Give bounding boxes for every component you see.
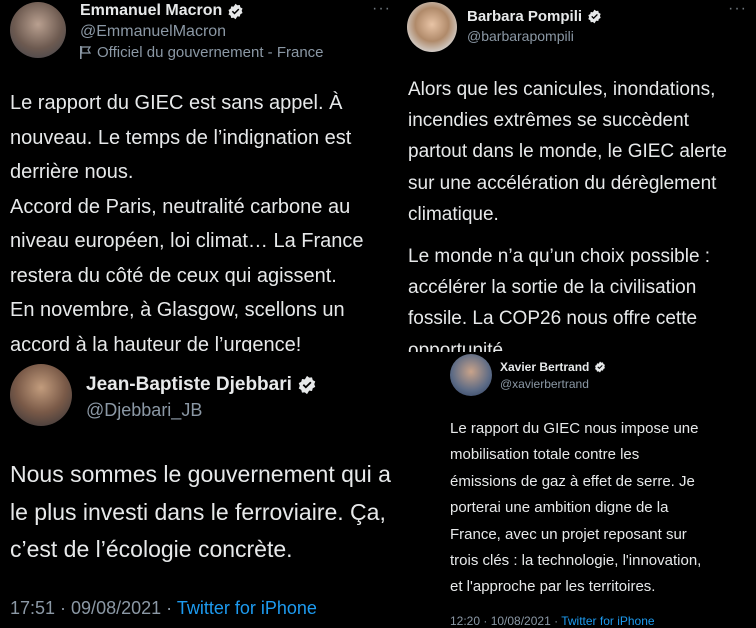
name-row: Jean-Baptiste Djebbari bbox=[86, 374, 317, 396]
tweet-meta: 17:51 · 09/08/2021 · Twitter for iPhone bbox=[10, 598, 317, 619]
tweet-text: Le rapport du GIEC est sans appel. À nou… bbox=[10, 86, 364, 352]
text-line: derrière nous. bbox=[10, 161, 134, 183]
avatar[interactable] bbox=[450, 354, 492, 396]
author-block: Xavier Bertrand @xavierbertrand bbox=[500, 360, 606, 391]
author-handle[interactable]: @barbarapompili bbox=[467, 28, 602, 44]
text-line: opportunité. bbox=[408, 339, 509, 352]
author-name[interactable]: Emmanuel Macron bbox=[80, 2, 222, 20]
name-row: Xavier Bertrand bbox=[500, 360, 606, 374]
author-block: Barbara Pompili @barbarapompili bbox=[467, 8, 602, 44]
text-line: climatique. bbox=[408, 203, 499, 225]
text-line: accord à la hauteur de l’urgence! bbox=[10, 333, 302, 353]
text-line: nouveau. Le temps de l’indignation est bbox=[10, 126, 352, 149]
timestamp[interactable]: 12:20 · 10/08/2021 · bbox=[450, 614, 561, 628]
name-row: Barbara Pompili bbox=[467, 8, 602, 25]
government-label: Officiel du gouvernement - France bbox=[80, 44, 324, 61]
more-dots-icon[interactable]: ··· bbox=[728, 0, 747, 18]
text-line: Le monde n’a qu’un choix possible : bbox=[408, 246, 711, 268]
text-line: fossile. La COP26 nous offre cette bbox=[408, 308, 698, 330]
verified-badge-icon bbox=[595, 361, 606, 373]
tweet-header: Barbara Pompili @barbarapompili bbox=[407, 2, 602, 52]
tweet-header: Emmanuel Macron @EmmanuelMacron Officiel… bbox=[10, 2, 324, 61]
text-line: partout dans le monde, le GIEC alerte bbox=[408, 141, 727, 163]
tweet-text: Nous sommes le gouvernement qui a le plu… bbox=[10, 456, 391, 569]
verified-badge-icon bbox=[228, 3, 243, 19]
name-row: Emmanuel Macron bbox=[80, 2, 324, 20]
tweet-bertrand[interactable]: Xavier Bertrand @xavierbertrand Le rappo… bbox=[440, 352, 756, 628]
author-block: Emmanuel Macron @EmmanuelMacron Officiel… bbox=[80, 2, 324, 61]
source-link[interactable]: Twitter for iPhone bbox=[177, 598, 317, 618]
avatar[interactable] bbox=[10, 364, 72, 426]
text-line: trois clés : la technologie, l'innovatio… bbox=[450, 552, 702, 570]
avatar[interactable] bbox=[10, 2, 66, 58]
text-line: mobilisation totale contre les bbox=[450, 446, 640, 464]
text-line: accélérer la sortie de la civilisation bbox=[408, 277, 697, 299]
avatar[interactable] bbox=[407, 2, 457, 52]
author-handle[interactable]: @xavierbertrand bbox=[500, 377, 606, 391]
text-line: Nous sommes le gouvernement qui a bbox=[10, 461, 391, 487]
author-handle[interactable]: @Djebbari_JB bbox=[86, 400, 317, 421]
tweet-meta: 12:20 · 10/08/2021 · Twitter for iPhone bbox=[450, 614, 655, 628]
tweet-header: Xavier Bertrand @xavierbertrand bbox=[450, 354, 606, 396]
author-handle[interactable]: @EmmanuelMacron bbox=[80, 23, 324, 41]
text-line: Accord de Paris, neutralité carbone au bbox=[10, 195, 351, 218]
text-line: France, avec un projet reposant sur bbox=[450, 525, 687, 543]
verified-badge-icon bbox=[588, 9, 601, 24]
author-block: Jean-Baptiste Djebbari @Djebbari_JB bbox=[86, 374, 317, 421]
author-name[interactable]: Jean-Baptiste Djebbari bbox=[86, 374, 292, 396]
text-line: niveau européen, loi climat… La France bbox=[10, 230, 364, 252]
text-line: Le rapport du GIEC est sans appel. À bbox=[10, 92, 343, 114]
tweet-header: Jean-Baptiste Djebbari @Djebbari_JB bbox=[10, 364, 317, 426]
more-dots-icon[interactable]: ··· bbox=[372, 0, 391, 18]
text-line: Alors que les canicules, inondations, bbox=[408, 79, 716, 100]
author-name[interactable]: Barbara Pompili bbox=[467, 8, 582, 25]
flag-icon bbox=[80, 46, 91, 59]
timestamp[interactable]: 17:51 · 09/08/2021 · bbox=[10, 598, 177, 618]
text-line: restera du côté de ceux qui agissent. bbox=[10, 264, 337, 287]
tweet-text: Le rapport du GIEC nous impose une mobil… bbox=[450, 416, 701, 601]
text-line: c’est de l’écologie concrète. bbox=[10, 536, 293, 562]
tweet-pompili[interactable]: Barbara Pompili @barbarapompili ··· Alor… bbox=[400, 0, 756, 352]
text-line: porterai une ambition digne de la bbox=[450, 499, 669, 517]
text-line: sur une accélération du dérèglement bbox=[408, 172, 717, 194]
tweet-djebbari[interactable]: Jean-Baptiste Djebbari @Djebbari_JB Nous… bbox=[0, 352, 440, 628]
text-line: le plus investi dans le ferroviaire. Ça, bbox=[10, 498, 386, 525]
text-line: et l'approche par les territoires. bbox=[450, 578, 656, 596]
text-line: Le rapport du GIEC nous impose une bbox=[450, 420, 699, 437]
tweet-macron[interactable]: Emmanuel Macron @EmmanuelMacron Officiel… bbox=[0, 0, 400, 352]
author-name[interactable]: Xavier Bertrand bbox=[500, 360, 589, 374]
text-line: incendies extrêmes se succèdent bbox=[408, 110, 689, 132]
label-text: Officiel du gouvernement - France bbox=[97, 44, 324, 61]
source-link[interactable]: Twitter for iPhone bbox=[561, 614, 654, 628]
text-line: En novembre, à Glasgow, scellons un bbox=[10, 299, 345, 321]
verified-badge-icon bbox=[298, 375, 316, 395]
tweet-text: Alors que les canicules, inondations, in… bbox=[408, 74, 727, 352]
text-line: émissions de gaz à effet de serre. Je bbox=[450, 472, 695, 490]
